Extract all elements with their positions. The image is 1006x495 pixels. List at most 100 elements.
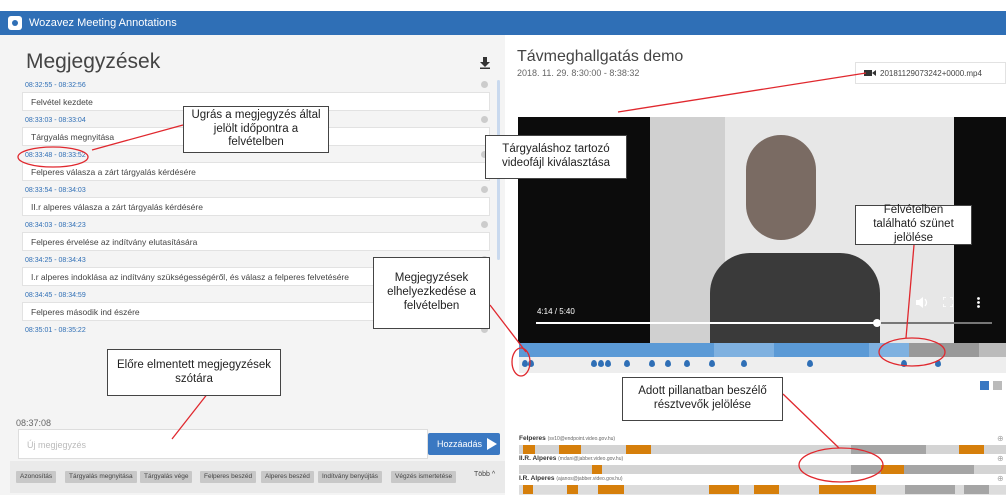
right-speakers-0-detail: (sv10@endpoint.video.gov.hu) bbox=[547, 436, 616, 442]
current-time: 08:37:08 bbox=[16, 418, 52, 428]
note-time[interactable]: 08:35:01 - 08:35:22 bbox=[25, 327, 86, 334]
video-frame-body bbox=[710, 253, 880, 343]
note-status-icon bbox=[481, 81, 488, 88]
meeting-date: 2018. 11. 29. 8:30:00 - 8:38:32 bbox=[517, 68, 640, 78]
new-note-input[interactable]: Új megjegyzés bbox=[18, 429, 428, 459]
add-speaker-icon[interactable]: ⊕ bbox=[997, 454, 1004, 463]
timeline-segment bbox=[519, 343, 714, 357]
chip-felperes-beszed[interactable]: Felperes beszéd bbox=[200, 471, 257, 483]
note-marker-icon[interactable] bbox=[598, 360, 604, 367]
note-marker-icon[interactable] bbox=[605, 360, 611, 367]
speech-segment bbox=[819, 485, 876, 494]
right-speakers-0-name: Felperes bbox=[519, 435, 546, 442]
note-time[interactable]: 08:33:48 - 08:33:52 bbox=[25, 152, 86, 159]
note-time[interactable]: 08:33:54 - 08:34:03 bbox=[25, 187, 86, 194]
timeline-segment bbox=[774, 343, 869, 357]
video-progress-knob[interactable] bbox=[872, 319, 881, 327]
right-speakers-2-name: I.R. Alperes bbox=[519, 475, 555, 482]
send-icon bbox=[487, 438, 498, 450]
speech-segment bbox=[592, 465, 602, 474]
video-time: 4:14 / 5:40 bbox=[537, 307, 575, 316]
chip-inditvany-benyujtas[interactable]: Indítvány benyújtás bbox=[318, 471, 383, 483]
note-time[interactable]: 08:32:55 - 08:32:56 bbox=[25, 82, 86, 89]
video-file-select[interactable]: 20181129073242+0000.mp4 bbox=[855, 62, 1006, 84]
note-marker-icon[interactable] bbox=[528, 360, 534, 367]
speaker-timeline bbox=[519, 485, 1006, 494]
note-time[interactable]: 08:34:03 - 08:34:23 bbox=[25, 222, 86, 229]
note-time[interactable]: 08:34:45 - 08:34:59 bbox=[25, 292, 86, 299]
speech-segment bbox=[598, 485, 624, 494]
video-progress-fill bbox=[536, 322, 877, 324]
note-text[interactable]: II.r alperes válasza a zárt tárgyalás ké… bbox=[22, 197, 490, 216]
note-status-icon bbox=[481, 116, 488, 123]
speaker-label: II.R. Alperes (mdani@jabber.video.gov.hu… bbox=[519, 455, 623, 462]
note-item[interactable]: 08:33:48 - 08:33:52 Felperes válasza a zá… bbox=[22, 148, 492, 183]
more-options-icon[interactable] bbox=[977, 297, 980, 311]
speech-segment bbox=[523, 485, 533, 494]
annotation-pause: Felvételben található szünet jelölése bbox=[855, 204, 972, 245]
note-marker-icon[interactable] bbox=[935, 360, 941, 367]
meeting-title: Távmeghallgatás demo bbox=[517, 48, 684, 65]
annotation-note-positions: Megjegyzések elhelyezkedése a felvételbe… bbox=[373, 257, 490, 329]
note-marker-icon[interactable] bbox=[591, 360, 597, 367]
note-item[interactable]: 08:34:03 - 08:34:23 Felperes érvelése az … bbox=[22, 218, 492, 253]
speaker-label: I.R. Alperes (ajanos@jabber.video.gov.hu… bbox=[519, 475, 622, 482]
timeline-segment bbox=[979, 343, 1006, 357]
speaker-timeline bbox=[519, 465, 1006, 474]
view-toggle bbox=[980, 381, 1002, 390]
app-titlebar: Wozavez Meeting Annotations bbox=[0, 11, 1006, 35]
timeline-segment bbox=[714, 343, 774, 357]
note-text[interactable]: Felperes válasza a zárt tárgyalás kérdés… bbox=[22, 162, 490, 181]
chip-targyalas-megnyitasa[interactable]: Tárgyalás megnyitása bbox=[65, 471, 137, 483]
grid-view-icon[interactable] bbox=[993, 381, 1002, 390]
silence-segment bbox=[851, 445, 926, 454]
add-speaker-icon[interactable]: ⊕ bbox=[997, 474, 1004, 483]
note-marker-icon[interactable] bbox=[684, 360, 690, 367]
speaker-timeline bbox=[519, 445, 1006, 454]
video-progress-bar[interactable] bbox=[536, 319, 992, 327]
right-speakers-1-name: II.R. Alperes bbox=[519, 455, 557, 462]
note-text[interactable]: Felperes érvelése az indítvány elutasítá… bbox=[22, 232, 490, 251]
speech-segment bbox=[709, 485, 739, 494]
note-marker-icon[interactable] bbox=[665, 360, 671, 367]
download-icon[interactable] bbox=[480, 57, 490, 72]
chip-alperes-beszed[interactable]: Alperes beszéd bbox=[261, 471, 314, 483]
volume-icon[interactable] bbox=[916, 297, 928, 311]
chip-targyalas-vege[interactable]: Tárgyalás vége bbox=[140, 471, 193, 483]
annotation-speakers: Adott pillanatban beszélő résztvevők jel… bbox=[622, 377, 783, 421]
silence-segment bbox=[905, 485, 955, 494]
speech-segment bbox=[959, 445, 984, 454]
note-marker-icon[interactable] bbox=[901, 360, 907, 367]
note-marker-icon[interactable] bbox=[624, 360, 630, 367]
blurred-face bbox=[746, 135, 816, 240]
note-item[interactable]: 08:33:54 - 08:34:03 II.r alperes válasza … bbox=[22, 183, 492, 218]
note-time[interactable]: 08:34:25 - 08:34:43 bbox=[25, 257, 86, 264]
more-chips-button[interactable]: Több ^ bbox=[474, 471, 495, 478]
chip-vegzes-ismertetese[interactable]: Végzés ismertetése bbox=[391, 471, 457, 483]
note-status-icon bbox=[481, 221, 488, 228]
right-speakers-1-detail: (mdani@jabber.video.gov.hu) bbox=[558, 456, 624, 462]
speech-segment bbox=[881, 465, 904, 474]
note-time[interactable]: 08:33:03 - 08:33:04 bbox=[25, 117, 86, 124]
notes-timeline[interactable] bbox=[519, 343, 1006, 373]
speech-segment bbox=[754, 485, 779, 494]
add-note-label: Hozzáadás bbox=[437, 439, 483, 449]
add-speaker-icon[interactable]: ⊕ bbox=[997, 434, 1004, 443]
add-note-button[interactable]: Hozzáadás bbox=[428, 433, 500, 455]
annotation-video-file: Tárgyaláshoz tartozó videofájl kiválaszt… bbox=[485, 135, 627, 179]
speech-segment bbox=[626, 445, 651, 454]
note-marker-icon[interactable] bbox=[649, 360, 655, 367]
note-marker-icon[interactable] bbox=[807, 360, 813, 367]
speech-segment bbox=[559, 445, 581, 454]
video-camera-icon bbox=[864, 70, 876, 76]
app-logo-icon bbox=[8, 16, 22, 30]
chip-azonositas[interactable]: Azonosítás bbox=[16, 471, 57, 483]
notes-title: Megjegyzések bbox=[26, 50, 161, 73]
speaker-label: Felperes (sv10@endpoint.video.gov.hu) bbox=[519, 435, 615, 442]
note-marker-icon[interactable] bbox=[741, 360, 747, 367]
note-marker-icon[interactable] bbox=[709, 360, 715, 367]
annotation-jump-to-time: Ugrás a megjegyzés által jelölt időpontr… bbox=[183, 106, 329, 153]
annotation-saved-notes: Előre elmentett megjegyzések szótára bbox=[107, 349, 281, 396]
fullscreen-icon[interactable] bbox=[942, 296, 954, 310]
list-view-icon[interactable] bbox=[980, 381, 989, 390]
